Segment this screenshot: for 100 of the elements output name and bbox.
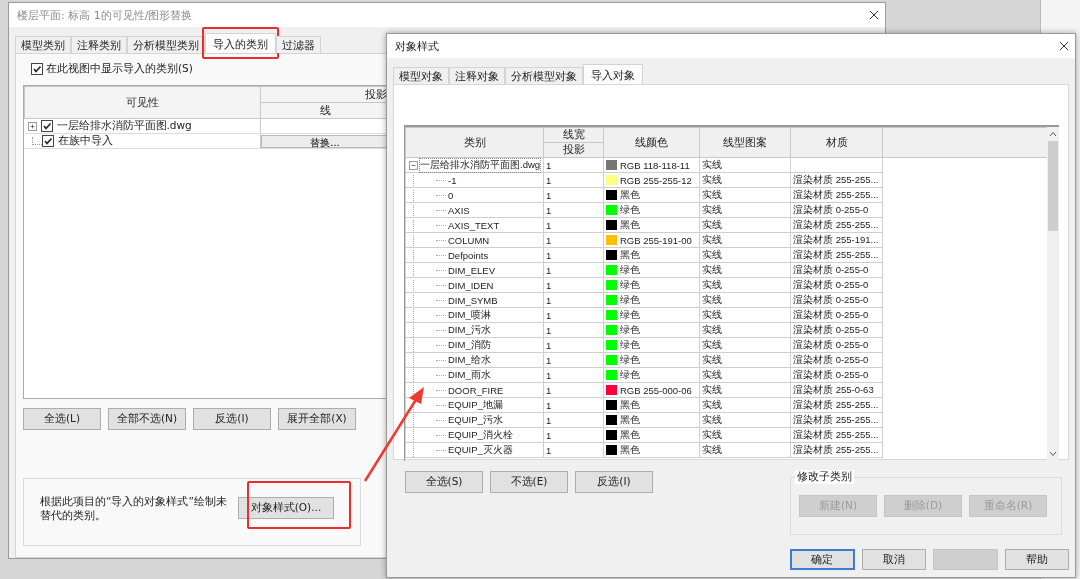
checkbox[interactable] <box>41 135 54 147</box>
table-cell: DIM_污水 <box>448 323 491 337</box>
table-cell: 1 <box>543 187 604 203</box>
scroll-up-icon[interactable] <box>1049 131 1057 137</box>
tab[interactable]: 注释类别 <box>71 36 127 53</box>
table-cell: 一层给排水消防平面图.dwg <box>420 158 541 172</box>
table-cell: 渲染材质 0-255-0 <box>790 292 883 308</box>
table-cell: 1 <box>543 322 604 338</box>
table-cell: 实线 <box>699 217 791 233</box>
tab[interactable]: 模型对象 <box>393 67 449 84</box>
table-cell: 1 <box>543 367 604 383</box>
button[interactable]: 不选(E) <box>490 471 568 493</box>
table-cell: 1 <box>543 352 604 368</box>
scrollbar-thumb[interactable] <box>1048 141 1058 231</box>
button[interactable]: 确定 <box>790 549 855 570</box>
button[interactable]: 反选(I) <box>193 408 271 430</box>
override-button[interactable]: 替换... <box>261 134 389 148</box>
table-cell: 实线 <box>699 247 791 263</box>
scrollbar[interactable] <box>1047 127 1059 461</box>
column-header: 材质 <box>790 127 883 158</box>
table-cell: 1 <box>543 232 604 248</box>
table-cell: 1 <box>543 397 604 413</box>
table-cell: 渲染材质 0-255-0 <box>790 322 883 338</box>
collapse-icon[interactable] <box>409 160 418 170</box>
category-name: 在族中导入 <box>57 134 113 148</box>
window-title: 对象样式 <box>395 38 439 54</box>
tab[interactable]: 导入对象 <box>583 64 643 84</box>
tab[interactable]: 注释对象 <box>449 67 505 84</box>
table-cell: 渲染材质 0-255-0 <box>790 262 883 278</box>
table-cell: EQUIP_污水 <box>448 413 503 427</box>
table-cell: DIM_雨水 <box>448 368 491 382</box>
note-text: 根据此项目的“导入的对象样式”绘制未替代的类别。 <box>40 494 228 522</box>
table-cell: 黑色 <box>620 188 640 202</box>
table-cell: 实线 <box>699 352 791 368</box>
table-cell: 1 <box>543 262 604 278</box>
table-cell: 0 <box>448 189 454 201</box>
category-name: 一层给排水消防平面图.dwg <box>56 119 192 133</box>
table-cell: AXIS_TEXT <box>448 219 500 231</box>
table-cell: 1 <box>543 427 604 443</box>
table-cell: 实线 <box>699 412 791 428</box>
button[interactable]: 取消 <box>861 549 926 570</box>
table-cell: 绿色 <box>620 323 640 337</box>
column-header: 线型图案 <box>699 127 791 158</box>
button[interactable]: 反选(I) <box>575 471 653 493</box>
table-cell: 实线 <box>699 427 791 443</box>
table-cell: 1 <box>543 277 604 293</box>
table-cell: 实线 <box>699 367 791 383</box>
table-cell: 绿色 <box>620 203 640 217</box>
table-cell: RGB 255-191-00 <box>620 234 692 246</box>
table-cell: 实线 <box>699 232 791 248</box>
column-header: 线宽 <box>543 127 604 143</box>
table-cell: 渲染材质 0-255-0 <box>790 277 883 293</box>
column-header: 可见性 <box>24 86 261 119</box>
table-cell: 渲染材质 255-0-63 <box>790 382 883 398</box>
button[interactable]: 全部不选(N) <box>108 408 186 430</box>
tab[interactable]: 分析模型对象 <box>505 67 583 84</box>
table-cell: EQUIP_消火栓 <box>448 428 513 442</box>
table-cell: 实线 <box>699 307 791 323</box>
tab[interactable]: 模型类别 <box>15 36 71 53</box>
table-cell: DIM_消防 <box>448 338 491 352</box>
table-cell: 黑色 <box>620 218 640 232</box>
group-title: 修改子类别 <box>795 470 854 484</box>
button[interactable]: 全选(S) <box>405 471 483 493</box>
table-cell: 1 <box>543 412 604 428</box>
table-cell: 实线 <box>699 442 791 458</box>
table-cell: COLUMN <box>448 234 490 246</box>
table-cell: 渲染材质 255-255... <box>790 412 883 428</box>
button[interactable]: 全选(L) <box>23 408 101 430</box>
scroll-down-icon[interactable] <box>1049 451 1057 457</box>
close-icon[interactable] <box>1059 41 1069 51</box>
tab[interactable]: 过滤器 <box>276 36 321 53</box>
table-cell: 渲染材质 0-255-0 <box>790 352 883 368</box>
table-cell: 实线 <box>699 322 791 338</box>
table-cell: 实线 <box>699 397 791 413</box>
table-cell: 绿色 <box>620 293 640 307</box>
button[interactable]: 帮助 <box>1004 549 1069 570</box>
table-cell: 黑色 <box>620 443 640 457</box>
column-header: 类别 <box>405 127 544 158</box>
table-cell: 渲染材质 255-255... <box>790 442 883 458</box>
table-cell: 1 <box>543 202 604 218</box>
object-styles-button[interactable]: 对象样式(O)... <box>238 497 334 519</box>
close-icon[interactable] <box>869 10 879 20</box>
checkbox[interactable] <box>31 63 43 75</box>
table-cell: 实线 <box>699 202 791 218</box>
table-cell: 实线 <box>699 172 791 188</box>
tab[interactable]: 导入的类别 <box>205 33 276 53</box>
expand-icon[interactable] <box>27 121 37 131</box>
table-cell: 实线 <box>699 157 791 173</box>
table-cell: RGB 255-000-06 <box>620 384 692 396</box>
checkbox[interactable] <box>40 120 53 132</box>
table-cell: 实线 <box>699 262 791 278</box>
table-cell: DIM_SYMB <box>448 294 498 306</box>
table-cell: 渲染材质 255-255... <box>790 217 883 233</box>
button[interactable]: 展开全部(X) <box>278 408 356 430</box>
table-cell: 绿色 <box>620 308 640 322</box>
table-cell: 绿色 <box>620 278 640 292</box>
table-cell: DIM_喷淋 <box>448 308 491 322</box>
table-cell: 实线 <box>699 292 791 308</box>
tab[interactable]: 分析模型类别 <box>127 36 205 53</box>
table-cell: EQUIP_地漏 <box>448 398 503 412</box>
